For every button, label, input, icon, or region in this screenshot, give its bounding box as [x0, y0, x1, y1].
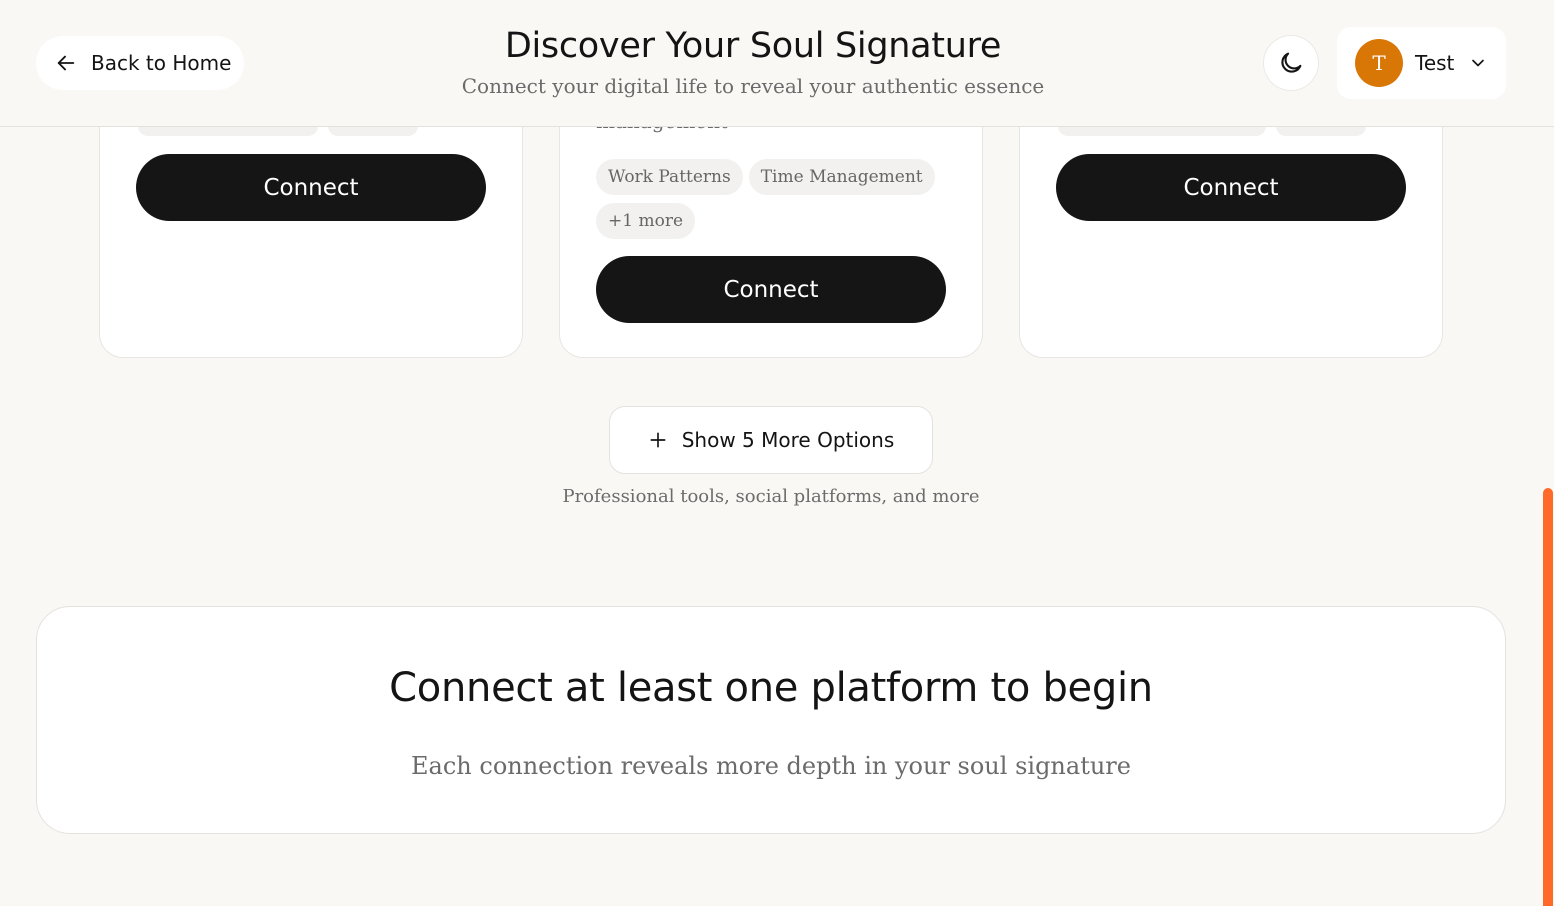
page: Connect management Work Patterns Time Ma…	[0, 0, 1554, 906]
tag: Work Patterns	[596, 159, 743, 195]
header: Back to Home Discover Your Soul Signatur…	[0, 0, 1554, 127]
connect-button[interactable]: Connect	[596, 256, 946, 323]
chevron-down-icon	[1472, 59, 1485, 67]
show-more-hint: Professional tools, social platforms, an…	[562, 486, 980, 507]
show-more-label: Show 5 More Options	[681, 428, 895, 452]
cta-subtitle: Each connection reveals more depth in yo…	[411, 752, 1131, 780]
tag-more: +1 more	[596, 203, 696, 239]
connect-button[interactable]: Connect	[1056, 154, 1406, 221]
show-more-options-button[interactable]: Show 5 More Options	[609, 406, 933, 474]
scrollbar-thumb[interactable]	[1543, 488, 1553, 906]
user-menu[interactable]: T Test	[1337, 27, 1506, 99]
tag: Time Management	[748, 159, 935, 195]
cta-panel: Connect at least one platform to begin E…	[36, 606, 1506, 834]
moon-icon	[1281, 52, 1302, 73]
connect-button[interactable]: Connect	[136, 154, 486, 221]
user-name: Test	[1415, 51, 1455, 75]
plus-icon	[650, 432, 666, 448]
avatar: T	[1355, 39, 1403, 87]
tag-list: Work Patterns Time Management +1 more	[596, 159, 948, 239]
theme-toggle-button[interactable]	[1263, 35, 1319, 91]
cta-title: Connect at least one platform to begin	[389, 665, 1153, 711]
